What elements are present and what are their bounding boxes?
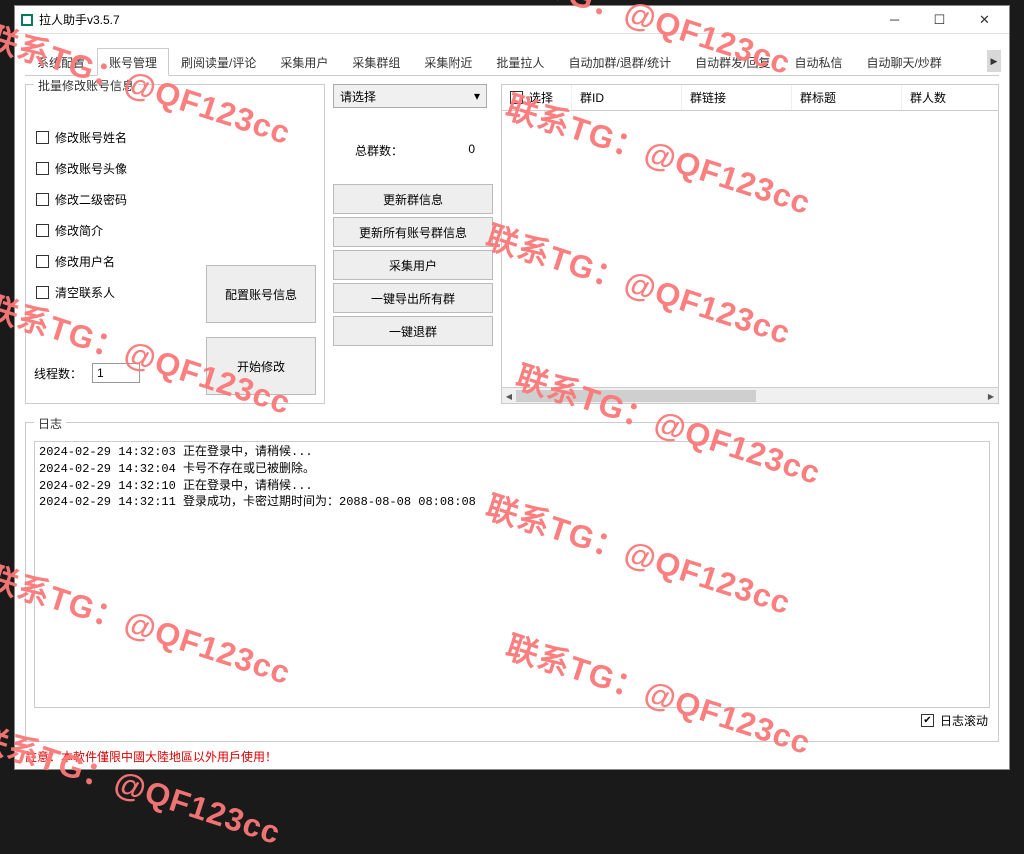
app-window: 拉人助手v3.5.7 ─ ☐ ✕ 系统配置账号管理刷阅读量/评论采集用户采集群组… xyxy=(14,5,1010,770)
check-row-0: 修改账号姓名 xyxy=(36,129,316,146)
table-header-1[interactable]: 群ID xyxy=(572,85,682,110)
horizontal-scrollbar[interactable]: ◀ ▶ xyxy=(502,387,998,403)
checkbox[interactable] xyxy=(36,286,49,299)
tab-0[interactable]: 系统配置 xyxy=(25,48,97,75)
checkbox[interactable] xyxy=(36,193,49,206)
log-footer: ✔ 日志滚动 xyxy=(34,708,990,733)
tab-2[interactable]: 刷阅读量/评论 xyxy=(169,48,268,75)
tab-6[interactable]: 批量拉人 xyxy=(484,48,556,75)
table-body xyxy=(502,111,998,387)
tab-scroll-right-icon[interactable]: ▶ xyxy=(987,50,1001,72)
mid-button-3[interactable]: 一键导出所有群 xyxy=(333,283,493,313)
table-header-0[interactable]: 选择 xyxy=(502,85,572,110)
batch-edit-legend: 批量修改账号信息 xyxy=(34,77,138,94)
chevron-down-icon: ▾ xyxy=(474,89,480,103)
thread-input[interactable] xyxy=(92,363,140,383)
thread-label: 线程数： xyxy=(34,365,82,382)
upper-panels: 批量修改账号信息 修改账号姓名修改账号头像修改二级密码修改简介修改用户名清空联系… xyxy=(25,84,999,404)
content-area: 批量修改账号信息 修改账号姓名修改账号头像修改二级密码修改简介修改用户名清空联系… xyxy=(15,76,1009,746)
app-icon xyxy=(21,14,33,26)
scroll-thumb[interactable] xyxy=(516,390,756,402)
check-row-3: 修改简介 xyxy=(36,222,316,239)
close-button[interactable]: ✕ xyxy=(962,7,1007,33)
mid-button-2[interactable]: 采集用户 xyxy=(333,250,493,280)
tab-3[interactable]: 采集用户 xyxy=(268,48,340,75)
window-controls: ─ ☐ ✕ xyxy=(872,7,1007,33)
checkbox[interactable] xyxy=(36,224,49,237)
mid-button-0[interactable]: 更新群信息 xyxy=(333,184,493,214)
tab-10[interactable]: 自动聊天/炒群 xyxy=(854,48,953,75)
group-select-placeholder: 请选择 xyxy=(340,88,376,105)
total-label: 总群数： xyxy=(355,142,403,159)
scroll-right-icon[interactable]: ▶ xyxy=(984,388,998,404)
log-scroll-checkbox[interactable]: ✔ xyxy=(921,714,934,727)
mid-button-1[interactable]: 更新所有账号群信息 xyxy=(333,217,493,247)
checkbox[interactable] xyxy=(36,131,49,144)
batch-edit-groupbox: 批量修改账号信息 修改账号姓名修改账号头像修改二级密码修改简介修改用户名清空联系… xyxy=(25,84,325,404)
tab-7[interactable]: 自动加群/退群/统计 xyxy=(556,48,683,75)
middle-panel: 请选择 ▾ 总群数： 0 更新群信息更新所有账号群信息采集用户一键导出所有群一键… xyxy=(333,84,493,404)
th-label: 选择 xyxy=(529,89,553,106)
checkbox[interactable] xyxy=(36,162,49,175)
select-all-checkbox[interactable] xyxy=(510,91,523,104)
total-row: 总群数： 0 xyxy=(333,118,493,171)
check-row-1: 修改账号头像 xyxy=(36,160,316,177)
log-legend: 日志 xyxy=(34,415,66,432)
table-header-2[interactable]: 群链接 xyxy=(682,85,792,110)
mid-button-4[interactable]: 一键退群 xyxy=(333,316,493,346)
tab-8[interactable]: 自动群发/回复 xyxy=(683,48,782,75)
table-header-4[interactable]: 群人数 xyxy=(902,85,982,110)
checkbox-label: 修改简介 xyxy=(55,222,103,239)
checkbox-label: 修改账号姓名 xyxy=(55,129,127,146)
tab-4[interactable]: 采集群组 xyxy=(340,48,412,75)
minimize-button[interactable]: ─ xyxy=(872,7,917,33)
mid-button-list: 更新群信息更新所有账号群信息采集用户一键导出所有群一键退群 xyxy=(333,181,493,349)
log-scroll-label: 日志滚动 xyxy=(940,712,988,729)
window-title: 拉人助手v3.5.7 xyxy=(39,11,872,28)
tab-9[interactable]: 自动私信 xyxy=(782,48,854,75)
maximize-button[interactable]: ☐ xyxy=(917,7,962,33)
group-table-panel: 选择 群ID群链接群标题群人数 ◀ ▶ xyxy=(501,84,999,404)
scroll-left-icon[interactable]: ◀ xyxy=(502,388,516,404)
checkbox-label: 修改二级密码 xyxy=(55,191,127,208)
checkbox-label: 修改账号头像 xyxy=(55,160,127,177)
checkbox[interactable] xyxy=(36,255,49,268)
tab-bar: 系统配置账号管理刷阅读量/评论采集用户采集群组采集附近批量拉人自动加群/退群/统… xyxy=(25,48,999,76)
footer-warning: 註意：本軟件僅限中國大陸地區以外用戶使用！ xyxy=(15,746,1009,769)
log-groupbox: 日志 2024-02-29 14:32:03 正在登录中，请稍候... 2024… xyxy=(25,422,999,742)
total-value: 0 xyxy=(468,142,475,159)
config-account-button[interactable]: 配置账号信息 xyxy=(206,265,316,323)
start-modify-button[interactable]: 开始修改 xyxy=(206,337,316,395)
group-select[interactable]: 请选择 ▾ xyxy=(333,84,487,108)
tab-5[interactable]: 采集附近 xyxy=(412,48,484,75)
table-header-3[interactable]: 群标题 xyxy=(792,85,902,110)
table-header: 选择 群ID群链接群标题群人数 xyxy=(502,85,998,111)
check-row-2: 修改二级密码 xyxy=(36,191,316,208)
tab-1[interactable]: 账号管理 xyxy=(97,48,169,76)
checkbox-label: 清空联系人 xyxy=(55,284,115,301)
log-textarea[interactable]: 2024-02-29 14:32:03 正在登录中，请稍候... 2024-02… xyxy=(34,441,990,708)
titlebar: 拉人助手v3.5.7 ─ ☐ ✕ xyxy=(15,6,1009,34)
thread-row: 线程数： xyxy=(34,363,140,383)
checkbox-label: 修改用户名 xyxy=(55,253,115,270)
